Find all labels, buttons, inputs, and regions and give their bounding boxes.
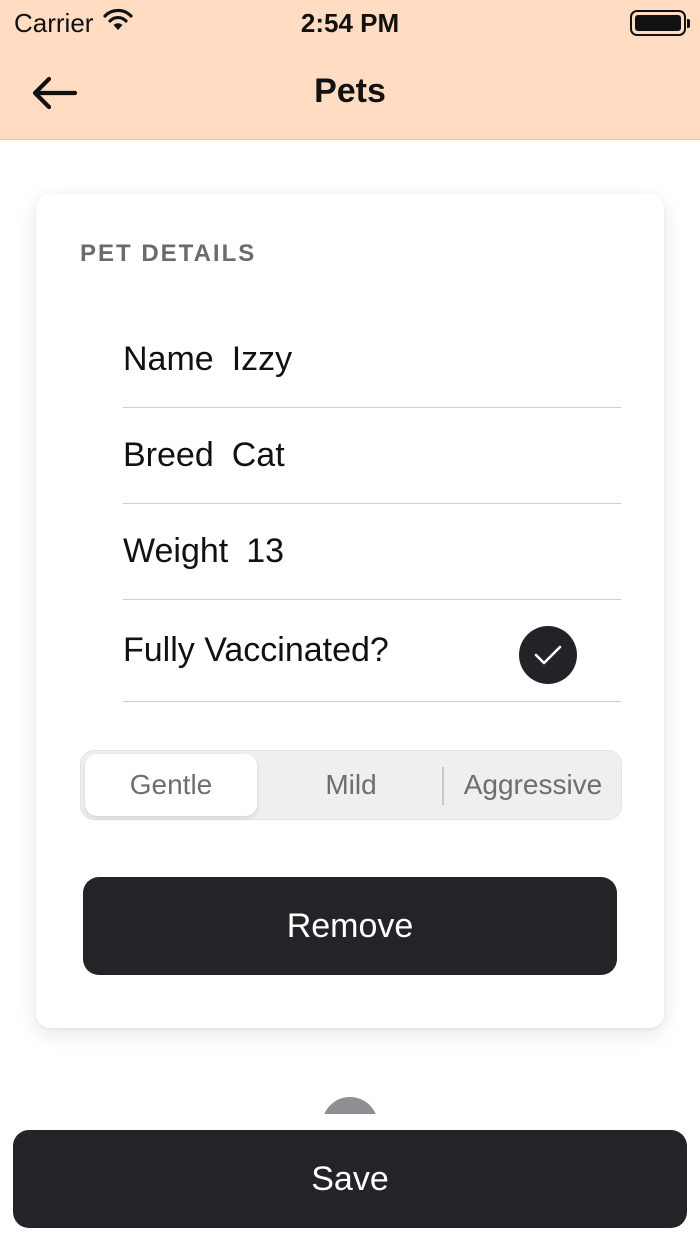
battery-icon xyxy=(630,10,690,36)
breed-field[interactable]: Breed Cat xyxy=(123,408,621,504)
field-label: Weight xyxy=(123,532,229,570)
checkmark-icon xyxy=(534,645,562,665)
segment-gentle[interactable]: Gentle xyxy=(85,754,257,816)
top-bar: Carrier 2:54 PM Pets xyxy=(0,0,700,140)
vaccinated-label: Fully Vaccinated? xyxy=(123,631,389,669)
field-label: Name xyxy=(123,340,214,378)
section-header: PET DETAILS xyxy=(80,240,257,267)
name-field[interactable]: Name Izzy xyxy=(123,312,621,408)
segment-mild[interactable]: Mild xyxy=(261,751,441,819)
vaccinated-row: Fully Vaccinated? xyxy=(123,600,621,702)
field-label: Breed xyxy=(123,436,214,474)
weight-field[interactable]: Weight 13 xyxy=(123,504,621,600)
vaccinated-checkbox[interactable] xyxy=(519,626,577,684)
status-time: 2:54 PM xyxy=(300,8,400,38)
pets-screen: Carrier 2:54 PM Pets PET DETAILS Name Iz… xyxy=(0,0,700,1244)
temperament-segmented-control: Gentle Mild Aggressive xyxy=(80,750,622,820)
save-button[interactable]: Save xyxy=(13,1130,687,1228)
field-value: Cat xyxy=(231,436,285,474)
field-value: 13 xyxy=(246,532,285,570)
pet-details-card: PET DETAILS Name Izzy Breed Cat Weight 1… xyxy=(36,194,664,1028)
remove-button[interactable]: Remove xyxy=(83,877,617,975)
field-value: Izzy xyxy=(231,340,293,378)
segment-aggressive[interactable]: Aggressive xyxy=(443,751,623,819)
page-title: Pets xyxy=(314,72,386,110)
